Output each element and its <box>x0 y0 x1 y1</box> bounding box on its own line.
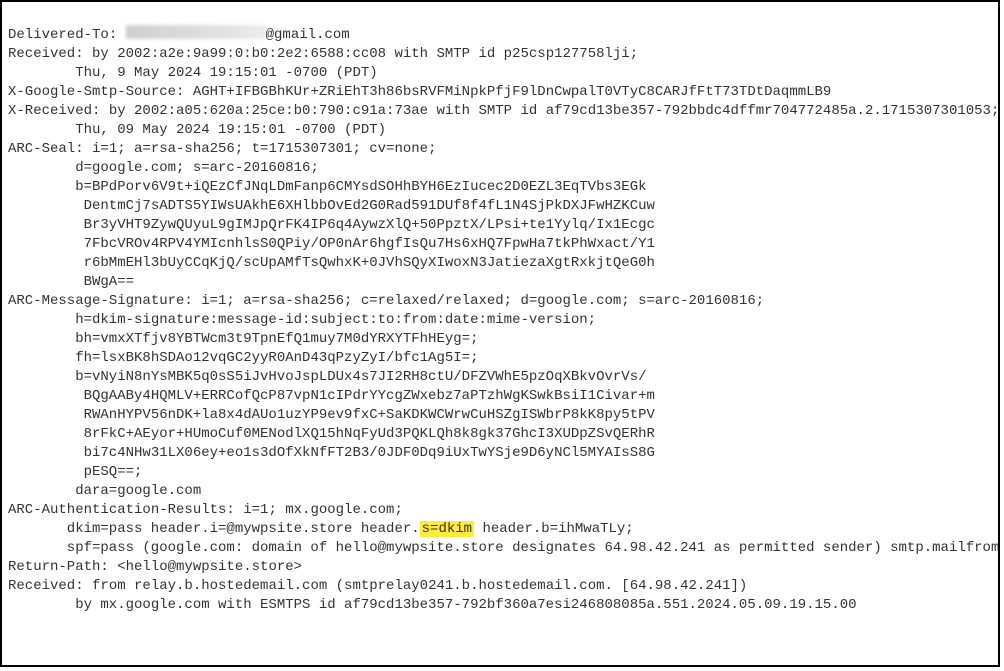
redacted-local-part <box>126 25 266 39</box>
delivered-to-label: Delivered-To: <box>8 27 126 43</box>
arc-message-signature: ARC-Message-Signature: i=1; a=rsa-sha256… <box>8 293 764 309</box>
dkim-pass-prefix: dkim=pass header.i=@mywpsite.store heade… <box>67 521 420 537</box>
ams-fh: fh=lsxBK8hSDAo12vqGC2yyR0AnD43qPzyZyI/bf… <box>75 350 478 366</box>
arc-seal-b5: r6bMmEHl3bUyCCqKjQ/scUpAMfTsQwhxK+0JVhSQ… <box>75 255 655 271</box>
received-date: Thu, 9 May 2024 19:15:01 -0700 (PDT) <box>75 65 377 81</box>
delivered-to-domain: @gmail.com <box>266 27 350 43</box>
ams-b2: BQgAABy4HQMLV+ERRCofQcP87vpN1cIPdrYYcgZW… <box>75 388 655 404</box>
ams-h: h=dkim-signature:message-id:subject:to:f… <box>75 312 596 328</box>
received-by-mx: by mx.google.com with ESMTPS id af79cd13… <box>75 597 856 613</box>
x-google-smtp-source: X-Google-Smtp-Source: AGHT+IFBGBhKUr+ZRi… <box>8 84 831 100</box>
email-headers-block: Delivered-To: @gmail.com Received: by 20… <box>0 0 1000 667</box>
received-from-relay: Received: from relay.b.hostedemail.com (… <box>8 578 747 594</box>
arc-seal-b3: Br3yVHT9ZywQUyuL9gIMJpQrFK4IP6q4AywzXlQ+… <box>75 217 655 233</box>
received-line: Received: by 2002:a2e:9a99:0:b0:2e2:6588… <box>8 46 638 62</box>
arc-seal-b: b=BPdPorv6V9t+iQEzCfJNqLDmFanp6CMYsdSOHh… <box>75 179 646 195</box>
arc-seal-b2: DentmCj7sADTS5YIWsUAkhE6XHlbbOvEd2G0Rad5… <box>75 198 655 214</box>
spf-pass: spf=pass (google.com: domain of hello@my… <box>67 540 1000 556</box>
return-path: Return-Path: <hello@mywpsite.store> <box>8 559 302 575</box>
ams-dara: dara=google.com <box>75 483 201 499</box>
dkim-pass-suffix: header.b=ihMwaTLy; <box>474 521 634 537</box>
ams-b5: bi7c4NHw31LX06ey+eo1s3dOfXkNfFT2B3/0JDF0… <box>75 445 655 461</box>
dkim-selector-highlight: s=dkim <box>420 521 474 537</box>
arc-seal-b4: 7FbcVROv4RPV4YMIcnhlsS0QPiy/OP0nAr6hgfIs… <box>75 236 655 252</box>
arc-seal-start: ARC-Seal: i=1; a=rsa-sha256; t=171530730… <box>8 141 436 157</box>
ams-b: b=vNyiN8nYsMBK5q0sS5iJvHvoJspLDUx4s7JI2R… <box>75 369 646 385</box>
ams-b3: RWAnHYPV56nDK+la8x4dAUo1uzYP9ev9fxC+SaKD… <box>75 407 655 423</box>
arc-seal-b6: BWgA== <box>75 274 134 290</box>
arc-seal-d: d=google.com; s=arc-20160816; <box>75 160 319 176</box>
x-received: X-Received: by 2002:a05:620a:25ce:b0:790… <box>8 103 999 119</box>
ams-b4: 8rFkC+AEyor+HUmoCuf0MENodlXQ15hNqFyUd3PQ… <box>75 426 655 442</box>
ams-b6: pESQ==; <box>75 464 142 480</box>
ams-bh: bh=vmxXTfjv8YBTWcm3t9TpnEfQ1muy7M0dYRXYT… <box>75 331 478 347</box>
x-received-date: Thu, 09 May 2024 19:15:01 -0700 (PDT) <box>75 122 386 138</box>
arc-auth-results: ARC-Authentication-Results: i=1; mx.goog… <box>8 502 403 518</box>
